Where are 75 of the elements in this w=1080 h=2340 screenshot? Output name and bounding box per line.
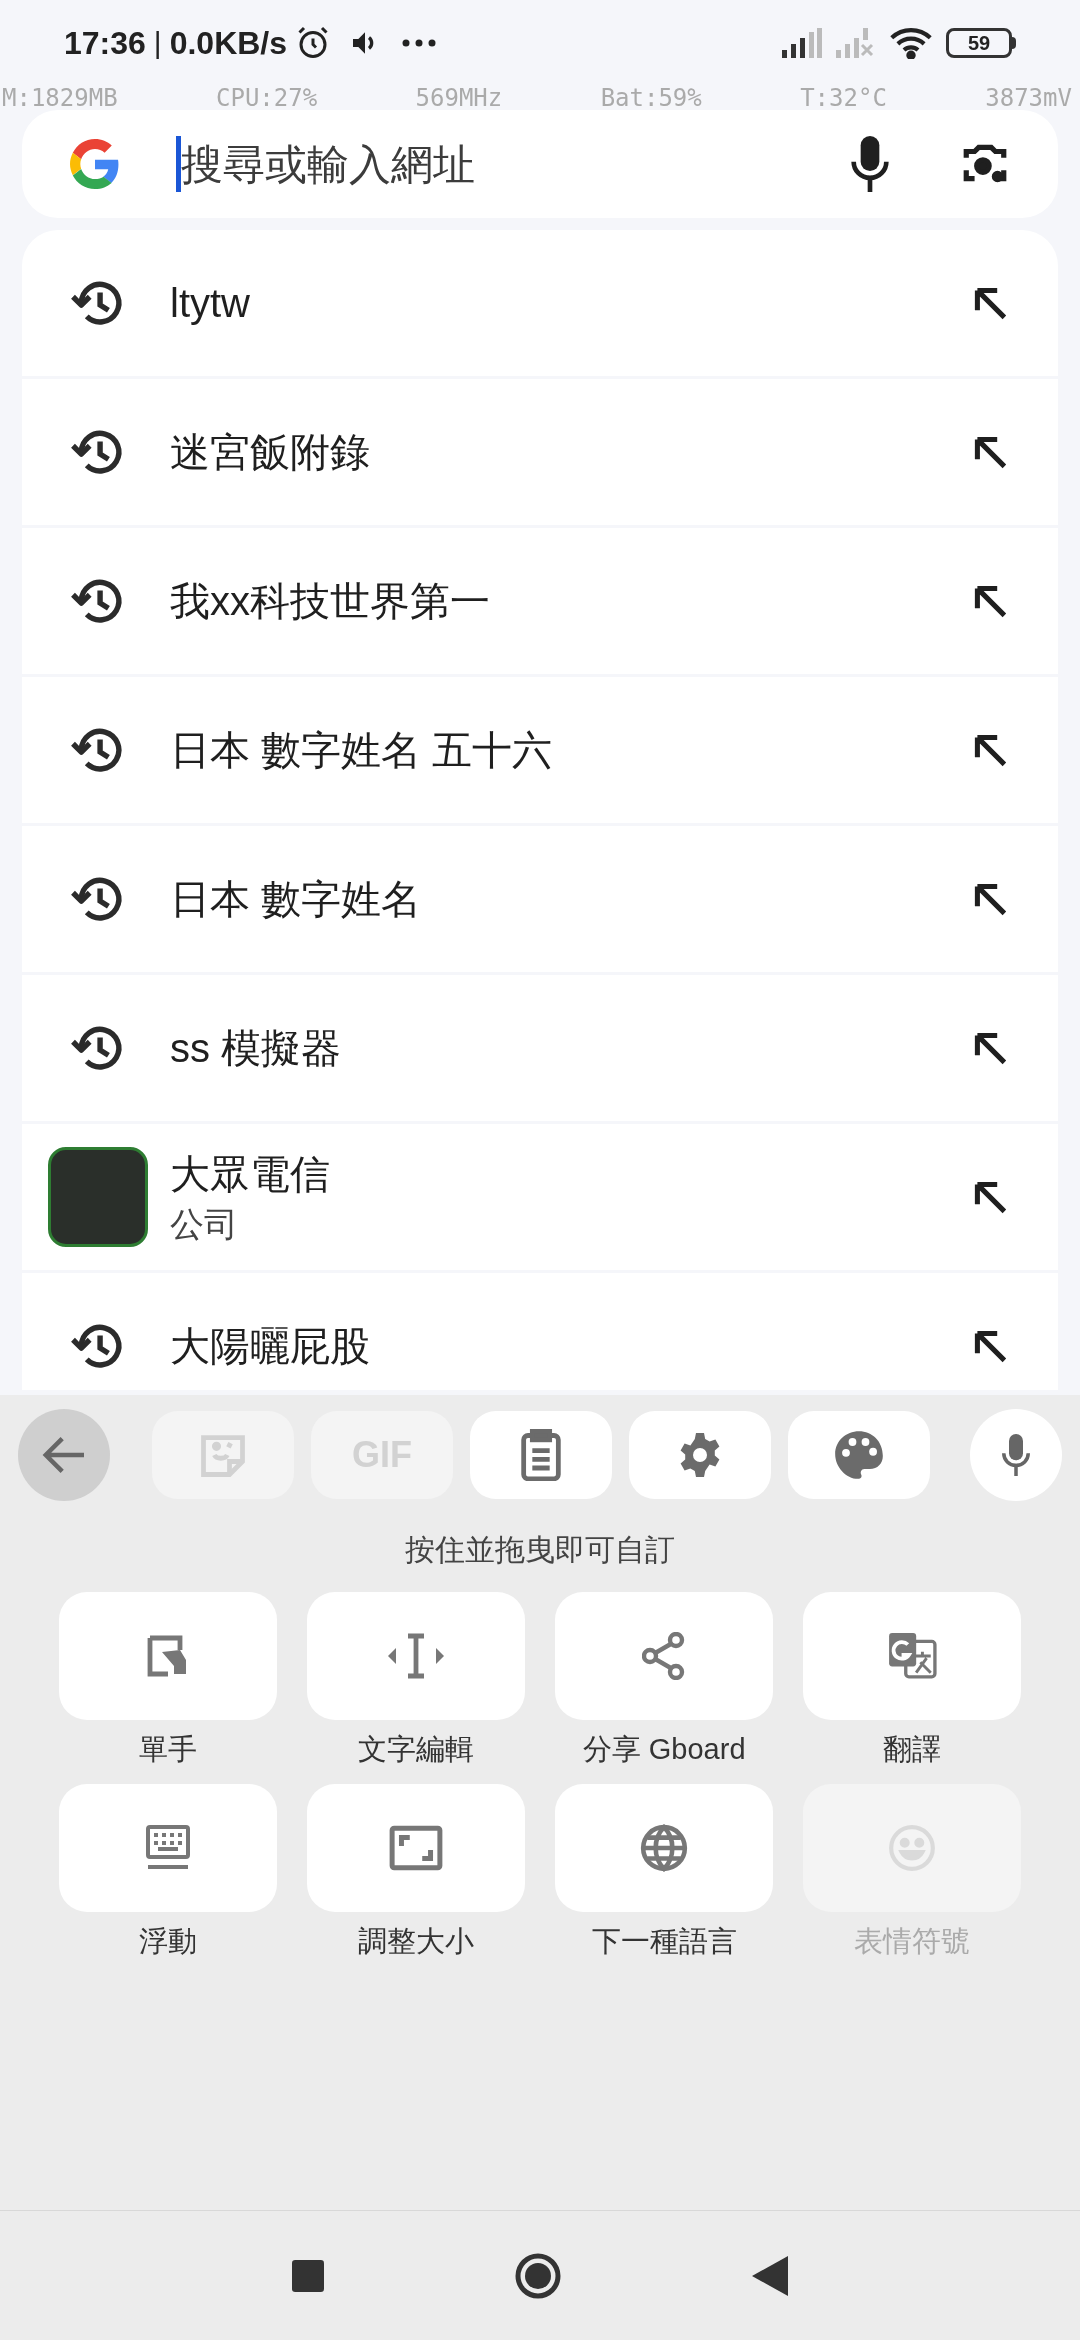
wifi-icon: [890, 26, 932, 59]
suggestion-text: 日本 數字姓名: [170, 876, 423, 923]
translate-icon: [887, 1631, 938, 1681]
suggestion-row[interactable]: 大陽曬屁股: [22, 1273, 1058, 1390]
microphone-icon[interactable]: [850, 136, 890, 192]
system-stat: 3873mV: [985, 85, 1072, 110]
arrow-up-left-icon[interactable]: [972, 1328, 1008, 1364]
arrow-up-left-icon[interactable]: [972, 285, 1008, 321]
back-arrow-icon: [42, 1435, 86, 1475]
system-stat: Bat:59%: [600, 85, 702, 110]
system-stat: 569MHz: [415, 85, 503, 110]
tile-label: 分享 Gboard: [582, 1732, 746, 1767]
text-cursor-icon: [387, 1632, 444, 1680]
text-cursor: [176, 136, 181, 192]
tile-label: 文字編輯: [357, 1732, 474, 1767]
arrow-up-left-icon[interactable]: [972, 1179, 1008, 1215]
suggestion-row[interactable]: 我xx科技世界第一: [22, 528, 1058, 674]
suggestion-text: 大陽曬屁股: [170, 1323, 371, 1370]
customize-hint: 按住並拖曳即可自訂: [405, 1532, 675, 1568]
suggestion-text: ltytw: [170, 280, 251, 327]
settings-button[interactable]: [629, 1411, 771, 1499]
status-time: 17:36: [64, 23, 146, 63]
share-icon: [642, 1632, 687, 1680]
palette-icon: [833, 1429, 885, 1481]
google-logo-icon: [70, 139, 120, 189]
suggestion-row[interactable]: 日本 數字姓名: [22, 826, 1058, 972]
suggestion-text: ss 模擬器: [170, 1025, 343, 1072]
more-dots-icon: [401, 37, 438, 48]
microphone-icon: [1002, 1433, 1030, 1477]
suggestion-text: 日本 數字姓名 五十六: [170, 727, 554, 774]
suggestion-text: 我xx科技世界第一: [170, 578, 491, 625]
quick-setting-tile[interactable]: [306, 1783, 525, 1912]
tile-label: 調整大小: [357, 1923, 474, 1959]
suggestion-row[interactable]: ltytw: [22, 230, 1058, 376]
back-icon[interactable]: [752, 2255, 788, 2296]
arrow-up-left-icon[interactable]: [972, 583, 1008, 619]
quick-setting-tile[interactable]: [555, 1592, 774, 1720]
quick-setting-tile[interactable]: [58, 1783, 277, 1912]
search-field[interactable]: 搜尋或輸入網址: [181, 132, 850, 196]
system-stat: T:32°C: [800, 85, 887, 110]
palette-button[interactable]: [788, 1411, 930, 1499]
clipboard-icon: [519, 1429, 563, 1481]
tile-label: 翻譯: [883, 1732, 942, 1767]
suggestion-subtitle: 公司: [170, 1203, 239, 1245]
tile-label: 下一種語言: [591, 1923, 737, 1959]
arrow-up-left-icon[interactable]: [972, 732, 1008, 768]
smiley-icon: [887, 1822, 938, 1873]
signal-icon: [782, 27, 822, 58]
quick-setting-tile[interactable]: [803, 1592, 1022, 1720]
arrow-up-left-icon[interactable]: [972, 1030, 1008, 1066]
suggestion-row[interactable]: 大眾電信 公司: [22, 1124, 1058, 1270]
suggestion-row[interactable]: 迷宮飯附錄: [22, 379, 1058, 525]
quick-setting-tile[interactable]: [555, 1783, 774, 1912]
arrow-up-left-icon[interactable]: [972, 881, 1008, 917]
globe-icon: [639, 1822, 690, 1873]
status-separator: |: [153, 25, 162, 61]
suggestion-row[interactable]: 日本 數字姓名 五十六: [22, 677, 1058, 823]
network-speed: 0.0KB/s: [169, 23, 288, 63]
search-bar[interactable]: 搜尋或輸入網址: [22, 110, 1058, 218]
no-signal-icon: [836, 27, 876, 58]
tile-label: 浮動: [138, 1923, 197, 1959]
recent-apps-icon[interactable]: [292, 2259, 324, 2292]
clipboard-button[interactable]: [470, 1411, 612, 1499]
arrow-up-left-icon[interactable]: [972, 434, 1008, 470]
system-stat: CPU:27%: [216, 85, 318, 110]
suggestion-row[interactable]: ss 模擬器: [22, 975, 1058, 1121]
tile-label: 表情符號: [854, 1923, 971, 1959]
home-icon[interactable]: [514, 2251, 562, 2300]
tile-label: 單手: [138, 1732, 197, 1767]
quick-setting-tile[interactable]: [306, 1592, 525, 1720]
suggestion-text: 迷宮飯附錄: [170, 429, 371, 476]
quick-setting-tile[interactable]: [58, 1592, 277, 1720]
system-stat: M:1829MB: [2, 85, 118, 110]
suggestion-text: 大眾電信: [170, 1150, 331, 1198]
resize-icon: [388, 1824, 443, 1871]
